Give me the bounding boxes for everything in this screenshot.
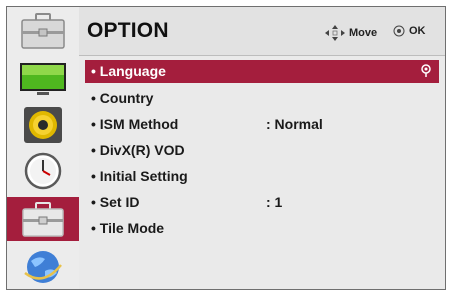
ok-hint: OK — [393, 25, 426, 37]
ok-button-icon — [393, 25, 405, 37]
sidebar-item-option-header — [13, 9, 73, 53]
menu-item-set-id[interactable]: • Set ID : 1 — [85, 191, 439, 214]
sidebar-item-option[interactable] — [7, 197, 79, 241]
menu-item-tile-mode[interactable]: • Tile Mode — [85, 217, 439, 240]
toolbox-icon — [22, 202, 64, 237]
selected-pin-icon — [421, 64, 431, 77]
sidebar-item-time[interactable] — [13, 149, 73, 193]
menu-item-label: • Initial Setting — [91, 168, 188, 184]
menu-item-label: • ISM Method — [91, 116, 179, 132]
globe-icon — [24, 251, 62, 283]
sidebar-item-network[interactable] — [13, 245, 73, 289]
menu-item-label: • DivX(R) VOD — [91, 142, 185, 158]
menu-item-ism-method[interactable]: • ISM Method : Normal — [85, 113, 439, 136]
option-menu-panel: • Language • Country • ISM Method : Norm… — [79, 56, 445, 289]
menu-item-value: : 1 — [266, 194, 283, 210]
menu-item-divx-vod[interactable]: • DivX(R) VOD — [85, 139, 439, 162]
menu-item-label: • Tile Mode — [91, 220, 165, 236]
navigation-arrows-icon — [325, 25, 345, 41]
sidebar-item-audio[interactable] — [13, 103, 73, 147]
menu-item-label: • Set ID — [91, 194, 140, 210]
speaker-icon — [24, 107, 62, 143]
menu-item-country[interactable]: • Country — [85, 87, 439, 110]
menu-header: OPTION Move OK — [79, 7, 445, 56]
sidebar-item-picture[interactable] — [13, 57, 73, 101]
toolbox-icon — [21, 13, 65, 49]
menu-item-initial-setting[interactable]: • Initial Setting — [85, 165, 439, 188]
osd-window: OPTION Move OK • Language • Country • IS… — [6, 6, 446, 290]
menu-item-label: • Language — [91, 63, 166, 79]
tv-screen-icon — [20, 63, 66, 95]
ok-hint-label: OK — [409, 25, 426, 37]
clock-icon — [24, 152, 62, 190]
move-hint: Move — [325, 25, 377, 41]
move-hint-label: Move — [349, 27, 378, 39]
menu-item-value: : Normal — [266, 116, 323, 132]
category-sidebar — [7, 7, 79, 289]
menu-item-language[interactable]: • Language — [85, 60, 439, 83]
menu-item-label: • Country — [91, 90, 154, 106]
page-title: OPTION — [87, 19, 169, 42]
